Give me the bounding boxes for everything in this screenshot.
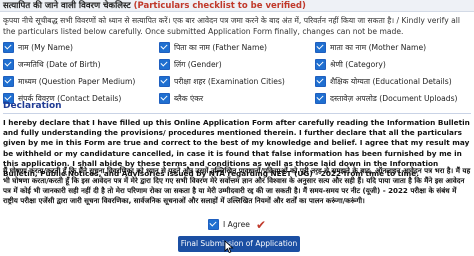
agree-label: I Agree — [222, 220, 250, 229]
checkbox-checked-icon[interactable] — [315, 76, 326, 87]
instruction-text: कृपया नीचे सूचीबद्ध सभी विवरणों को ध्यान… — [3, 16, 460, 36]
checkbox-checked-icon[interactable] — [159, 42, 170, 53]
mouse-pointer-icon — [224, 240, 234, 254]
checklist-item-label: पिता का नाम (Father Name) — [174, 42, 267, 52]
checklist-item-dob[interactable]: जन्मतिथि (Date of Birth) — [3, 58, 159, 71]
checkbox-checked-icon[interactable] — [315, 42, 326, 53]
checkbox-checked-icon[interactable] — [3, 42, 14, 53]
checklist-item-label: लिंग (Gender) — [174, 59, 222, 69]
checklist-item-label: नाम (My Name) — [18, 42, 73, 52]
checklist-item-label: माध्यम (Question Paper Medium) — [18, 76, 136, 86]
checklist-item-label: माता का नाम (Mother Name) — [330, 42, 427, 52]
final-submit-button[interactable]: Final Submission of Application — [178, 236, 300, 252]
checkbox-checked-icon[interactable] — [159, 59, 170, 70]
checklist-title-english: (Particulars checklist to be verified) — [133, 1, 306, 11]
checklist-item-mother-name[interactable]: माता का नाम (Mother Name) — [315, 41, 471, 54]
red-checkmark-icon: ✔ — [255, 217, 267, 232]
checklist-grid: नाम (My Name) पिता का नाम (Father Name) … — [3, 41, 471, 105]
checkbox-checked-icon[interactable] — [3, 76, 14, 87]
checklist-item-label: जन्मतिथि (Date of Birth) — [18, 59, 101, 69]
checklist-item-medium[interactable]: माध्यम (Question Paper Medium) — [3, 75, 159, 88]
checklist-item-label: श्रेणी (Category) — [330, 59, 386, 69]
agree-row[interactable]: I Agree ✔ — [0, 217, 474, 232]
checkbox-checked-icon[interactable] — [3, 59, 14, 70]
checklist-item-education[interactable]: शैक्षिक योग्यता (Educational Details) — [315, 75, 471, 88]
checklist-item-category[interactable]: श्रेणी (Category) — [315, 58, 471, 71]
checklist-item-label: परीक्षा शहर (Examination Cities) — [174, 76, 285, 86]
declaration-heading: Declaration — [3, 99, 471, 114]
checklist-title-hindi: सत्यापित की जाने वाली विवरण चेकलिस्ट — [3, 1, 131, 11]
agree-checkbox[interactable] — [207, 219, 219, 230]
checklist-item-father-name[interactable]: पिता का नाम (Father Name) — [159, 41, 315, 54]
checklist-item-gender[interactable]: लिंग (Gender) — [159, 58, 315, 71]
checklist-item-name[interactable]: नाम (My Name) — [3, 41, 159, 54]
checklist-item-exam-cities[interactable]: परीक्षा शहर (Examination Cities) — [159, 75, 315, 88]
checkbox-checked-icon[interactable] — [159, 76, 170, 87]
checkbox-checked-icon[interactable] — [315, 59, 326, 70]
checklist-item-label: शैक्षिक योग्यता (Educational Details) — [330, 76, 452, 86]
checklist-header: सत्यापित की जाने वाली विवरण चेकलिस्ट (Pa… — [0, 0, 474, 12]
declaration-text-hindi: मैं घोषणा करता/करती हूँ कि मैंने सूचना व… — [3, 166, 471, 205]
